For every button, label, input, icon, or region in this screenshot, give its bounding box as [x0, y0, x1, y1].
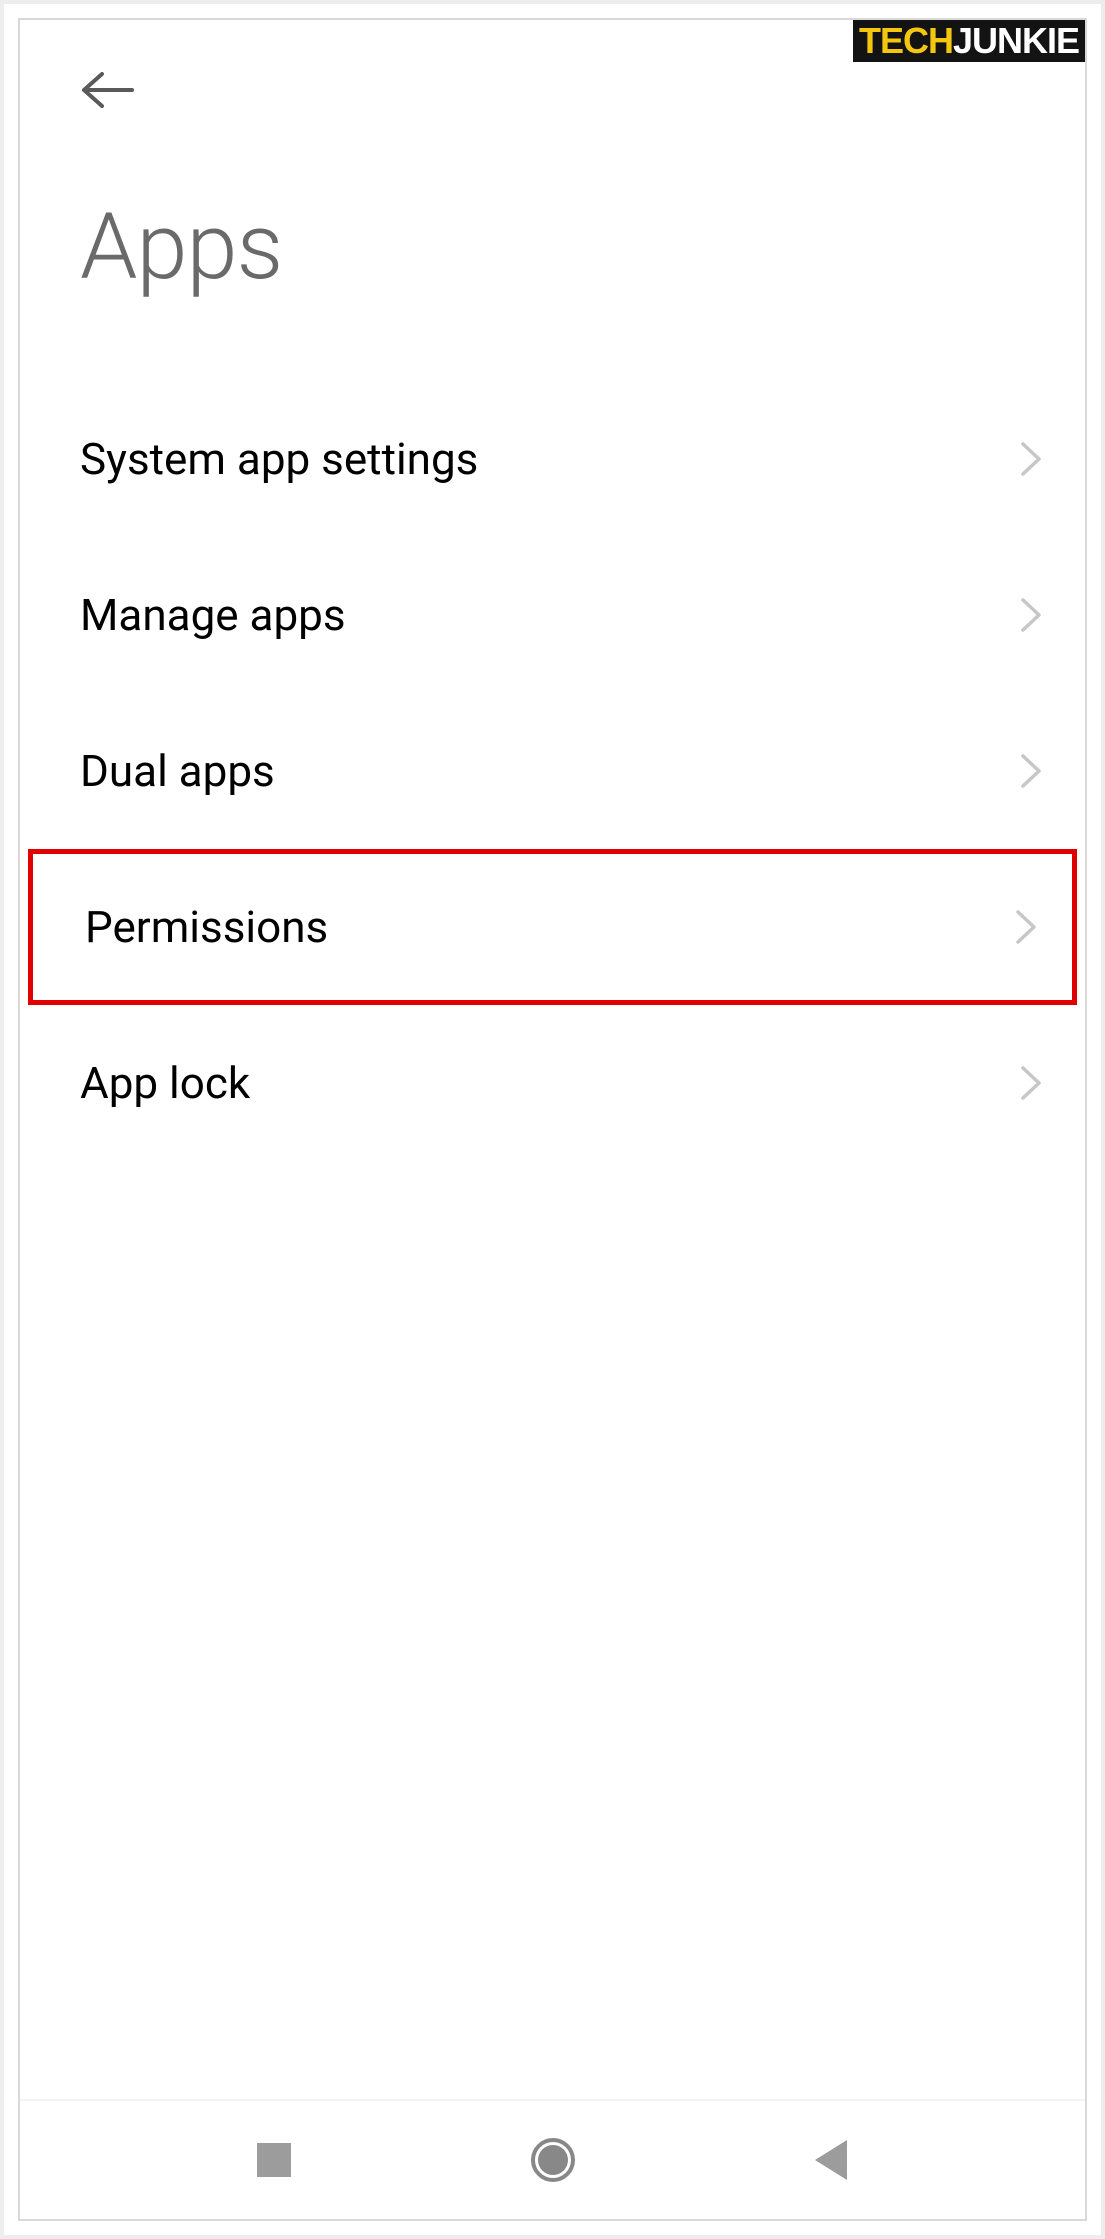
chevron-right-icon — [1019, 596, 1043, 634]
techjunkie-watermark: TECHJUNKIE — [853, 20, 1085, 62]
chevron-right-icon — [1019, 1064, 1043, 1102]
settings-item-app-lock[interactable]: App lock — [20, 1005, 1085, 1161]
settings-item-label: Dual apps — [80, 745, 275, 797]
circle-inner-icon — [538, 2145, 568, 2175]
chevron-right-icon — [1014, 908, 1038, 946]
app-inner-frame: TECHJUNKIE Apps System app settings Mana… — [18, 18, 1087, 2221]
settings-item-label: System app settings — [80, 433, 478, 485]
nav-back-button[interactable] — [806, 2135, 856, 2185]
settings-item-label: App lock — [80, 1057, 250, 1109]
page-title: Apps — [80, 194, 1025, 301]
settings-item-label: Permissions — [85, 901, 328, 953]
settings-list: System app settings Manage apps Dual app… — [20, 321, 1085, 2099]
nav-recents-button[interactable] — [249, 2135, 299, 2185]
circle-icon — [531, 2138, 575, 2182]
chevron-right-icon — [1019, 752, 1043, 790]
app-outer-frame: TECHJUNKIE Apps System app settings Mana… — [0, 0, 1105, 2239]
settings-item-manage-apps[interactable]: Manage apps — [20, 537, 1085, 693]
chevron-right-icon — [1019, 440, 1043, 478]
navigation-bar — [20, 2099, 1085, 2219]
settings-item-dual-apps[interactable]: Dual apps — [20, 693, 1085, 849]
header: Apps — [20, 20, 1085, 321]
nav-home-button[interactable] — [528, 2135, 578, 2185]
settings-item-permissions[interactable]: Permissions — [28, 849, 1077, 1005]
settings-item-label: Manage apps — [80, 589, 346, 641]
square-icon — [257, 2143, 291, 2177]
watermark-part2: JUNKIE — [953, 23, 1079, 59]
watermark-part1: TECH — [859, 23, 953, 59]
triangle-icon — [815, 2140, 847, 2180]
settings-item-system-app-settings[interactable]: System app settings — [20, 381, 1085, 537]
back-button[interactable] — [80, 70, 136, 114]
back-arrow-icon — [80, 70, 136, 110]
